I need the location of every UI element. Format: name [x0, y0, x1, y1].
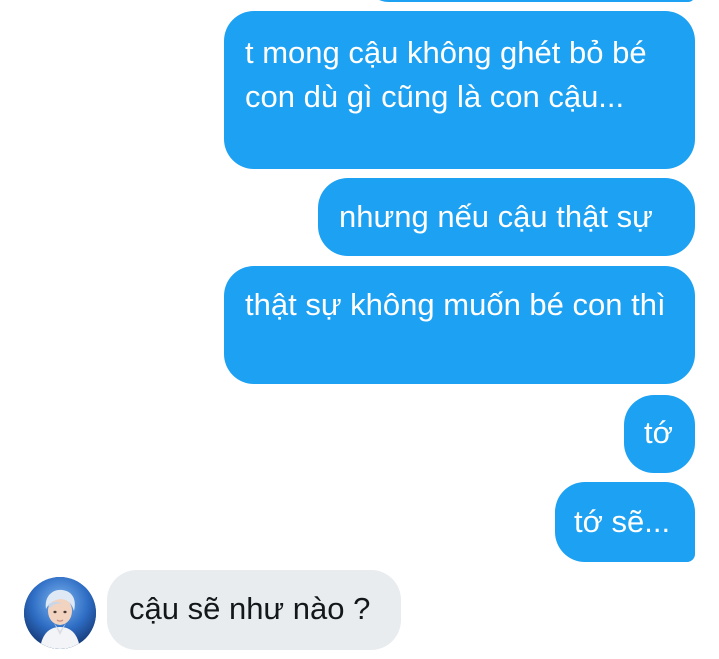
message-bubble-outgoing[interactable]: tớ — [624, 395, 695, 473]
message-bubble-incoming[interactable]: cậu sẽ như nào ? — [107, 570, 401, 650]
message-bubble-outgoing[interactable]: thật sự không muốn bé con thì — [224, 266, 695, 384]
avatar-photo-icon — [24, 577, 96, 649]
message-text: tớ — [644, 415, 673, 450]
message-text: thật sự không muốn bé con thì — [245, 287, 666, 322]
message-text: nhưng nếu cậu thật sự — [339, 199, 653, 234]
message-bubble-outgoing[interactable]: t mong cậu không ghét bỏ bé con dù gì cũ… — [224, 11, 695, 169]
message-bubble-outgoing[interactable]: nhưng nếu cậu thật sự — [318, 178, 695, 256]
message-text: tớ sẽ... — [574, 504, 671, 539]
message-bubble-outgoing[interactable]: tớ sẽ... — [555, 482, 695, 562]
message-text: t mong cậu không ghét bỏ bé con dù gì cũ… — [245, 35, 647, 114]
message-bubble-partial[interactable] — [363, 0, 695, 2]
message-text: cậu sẽ như nào ? — [129, 591, 371, 626]
contact-avatar[interactable] — [24, 577, 96, 649]
